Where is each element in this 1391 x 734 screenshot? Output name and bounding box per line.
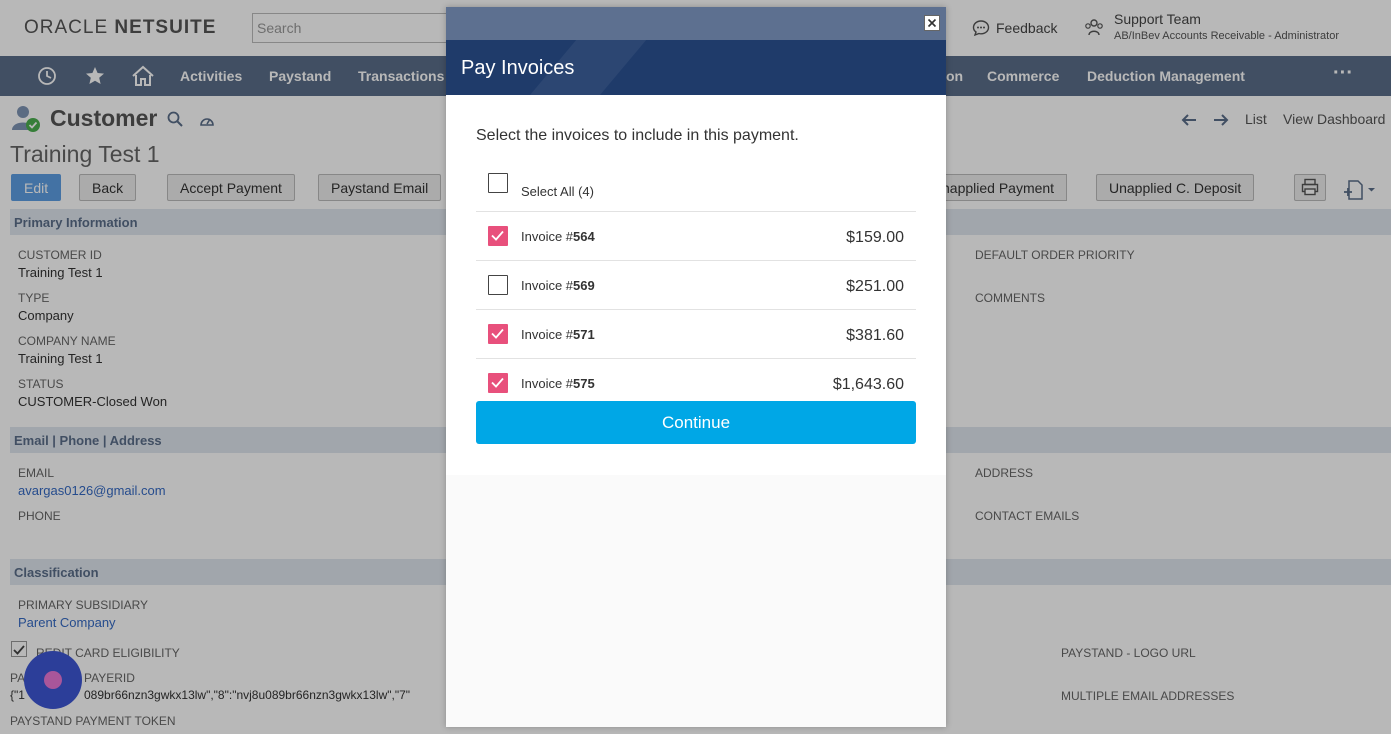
modal-title-bar[interactable] (446, 7, 946, 40)
select-all-row[interactable]: Select All (4) (476, 163, 916, 212)
invoice-row[interactable]: Invoice #564 $159.00 (476, 212, 916, 261)
invoice-prefix: Invoice # (521, 229, 574, 244)
invoice-label: Invoice #571 (521, 327, 595, 342)
invoice-amount: $381.60 (846, 327, 904, 344)
invoice-amount: $1,643.60 (832, 376, 904, 393)
invoice-label: Invoice #575 (521, 376, 595, 391)
modal-close-button[interactable] (924, 15, 940, 31)
chat-widget-dot-icon (44, 671, 62, 689)
close-icon (927, 18, 937, 28)
modal-title: Pay Invoices (461, 57, 575, 79)
invoice-row[interactable]: Invoice #569 $251.00 (476, 261, 916, 310)
pay-invoices-modal: Pay Invoices Select the invoices to incl… (446, 7, 946, 727)
invoice-number: 564 (573, 229, 595, 244)
continue-button[interactable]: Continue (476, 401, 916, 444)
invoice-number: 569 (573, 278, 595, 293)
invoice-checkbox[interactable] (488, 324, 508, 344)
modal-instruction: Select the invoices to include in this p… (476, 127, 799, 144)
invoice-number: 575 (573, 376, 595, 391)
modal-header: Pay Invoices (446, 40, 946, 95)
select-all-label: Select All (4) (521, 184, 594, 199)
invoice-checkbox[interactable] (488, 275, 508, 295)
invoice-prefix: Invoice # (521, 278, 574, 293)
invoice-row[interactable]: Invoice #571 $381.60 (476, 310, 916, 359)
invoice-label: Invoice #564 (521, 229, 595, 244)
checkmark-icon (491, 377, 504, 388)
select-all-checkbox[interactable] (488, 173, 508, 193)
invoice-checkbox[interactable] (488, 373, 508, 393)
chat-widget-button[interactable] (24, 651, 82, 709)
invoice-amount: $251.00 (846, 278, 904, 295)
invoice-amount: $159.00 (846, 229, 904, 246)
invoice-label: Invoice #569 (521, 278, 595, 293)
modal-body: Select the invoices to include in this p… (446, 95, 946, 475)
invoice-prefix: Invoice # (521, 327, 574, 342)
checkmark-icon (491, 230, 504, 241)
invoice-prefix: Invoice # (521, 376, 574, 391)
checkmark-icon (491, 328, 504, 339)
invoice-number: 571 (573, 327, 595, 342)
invoice-checkbox[interactable] (488, 226, 508, 246)
